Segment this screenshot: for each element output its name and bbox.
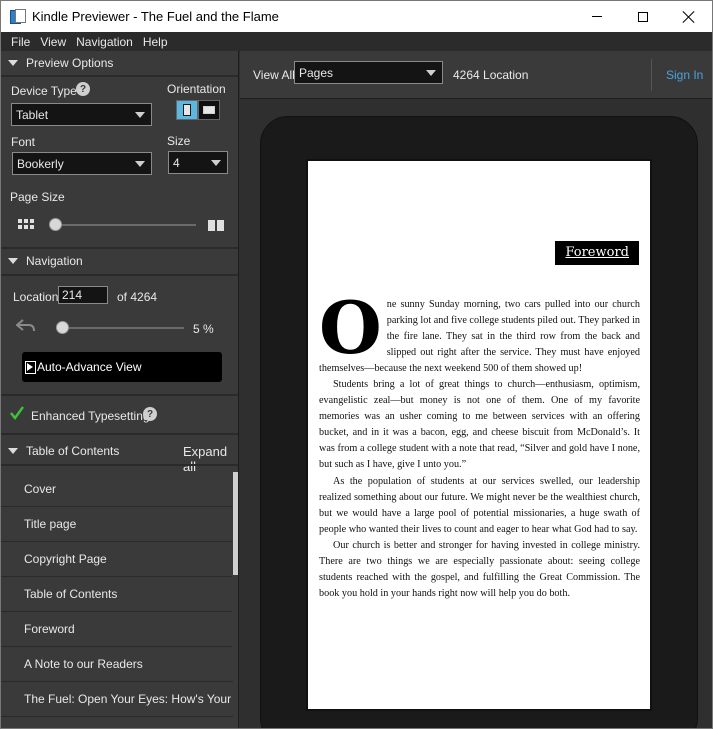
orientation-label: Orientation: [167, 82, 226, 96]
paragraph-1: One sunny Sunday morning, two cars pulle…: [319, 285, 640, 377]
toc-item-note-to-readers[interactable]: A Note to our Readers: [1, 647, 233, 682]
typesetting-help-icon[interactable]: ?: [143, 407, 157, 421]
page-size-slider-track[interactable]: [51, 224, 196, 226]
size-dropdown[interactable]: 4: [168, 151, 228, 174]
font-dropdown[interactable]: Bookerly: [12, 152, 152, 175]
page-size-label: Page Size: [10, 190, 65, 204]
device-type-dropdown[interactable]: Tablet: [11, 103, 152, 126]
two-page-icon[interactable]: [208, 220, 225, 231]
menu-file[interactable]: File: [1, 35, 36, 49]
menu-navigation[interactable]: Navigation: [72, 35, 139, 49]
collapse-triangle-icon: [8, 448, 18, 454]
navigation-header[interactable]: Navigation: [1, 249, 238, 273]
font-value: Bookerly: [17, 156, 64, 171]
expand-all-link[interactable]: Expand all: [183, 444, 238, 474]
page-size-slider-thumb[interactable]: [49, 218, 62, 231]
title-bar: Kindle Previewer - The Fuel and the Flam…: [1, 1, 712, 32]
toc-scrollbar-thumb[interactable]: [233, 472, 238, 575]
book-body-text: One sunny Sunday morning, two cars pulle…: [319, 285, 640, 602]
collapse-triangle-icon: [8, 60, 18, 66]
navigation-title: Navigation: [26, 254, 83, 268]
divider: [1, 433, 238, 435]
view-all-label: View All: [253, 68, 295, 82]
toc-item-title-page[interactable]: Title page: [1, 507, 233, 542]
chevron-down-icon: [135, 161, 145, 167]
app-window: Kindle Previewer - The Fuel and the Flam…: [0, 0, 713, 729]
location-display: 4264 Location: [453, 68, 529, 82]
toc-item-foreword[interactable]: Foreword: [1, 612, 233, 647]
device-type-label: Device Type: [11, 84, 77, 98]
window-title: Kindle Previewer - The Fuel and the Flam…: [32, 9, 279, 24]
toc-item-table-of-contents[interactable]: Table of Contents: [1, 577, 233, 612]
navigation-slider-thumb[interactable]: [56, 321, 70, 334]
paragraph-3: As the population of students at our ser…: [319, 475, 640, 535]
auto-advance-label: Auto-Advance View: [37, 360, 142, 374]
check-icon: [10, 406, 24, 420]
size-label: Size: [167, 134, 191, 148]
location-input-value: 214: [62, 288, 83, 302]
size-value: 4: [173, 155, 180, 170]
menu-bar: File View Navigation Help: [1, 32, 712, 51]
paragraph-4: Our church is better and stronger for ha…: [319, 539, 640, 599]
close-icon: [683, 11, 695, 23]
viewer-toolbar: View All Pages 4264 Location Sign In: [240, 51, 712, 99]
divider: [1, 75, 238, 77]
divider: [1, 274, 238, 276]
preview-area: View All Pages 4264 Location Sign In For…: [240, 51, 712, 728]
divider: [1, 394, 238, 396]
font-label: Font: [11, 135, 36, 149]
toc-list: Cover Title page Copyright Page Table of…: [1, 472, 233, 717]
menu-help[interactable]: Help: [139, 35, 174, 49]
maximize-button[interactable]: [620, 1, 666, 32]
landscape-orientation-button[interactable]: [198, 100, 220, 120]
toc-scrollbar[interactable]: [232, 472, 238, 680]
minimize-icon: [592, 16, 602, 17]
toolbar-separator: [651, 59, 652, 91]
book-page[interactable]: Foreword One sunny Sunday morning, two c…: [306, 159, 652, 711]
kindle-previewer-app-icon: [10, 8, 26, 25]
toc-item-copyright-page[interactable]: Copyright Page: [1, 542, 233, 577]
minimize-button[interactable]: [574, 1, 620, 32]
toc-item-cover[interactable]: Cover: [1, 472, 233, 507]
enhanced-typesetting-label: Enhanced Typesetting: [31, 409, 150, 423]
chapter-title-box: Foreword: [555, 241, 639, 265]
divider: [1, 464, 238, 466]
left-panel: Preview Options Device Type ? Orientatio…: [1, 51, 239, 728]
landscape-device-icon: [203, 106, 215, 114]
close-button[interactable]: [666, 1, 712, 32]
navigation-slider-track[interactable]: [56, 327, 184, 329]
back-arrow-icon[interactable]: [16, 318, 36, 334]
progress-percent: 5 %: [193, 322, 214, 336]
maximize-icon: [638, 11, 648, 22]
portrait-orientation-button[interactable]: [176, 100, 198, 120]
preview-options-title: Preview Options: [26, 56, 114, 70]
portrait-device-icon: [183, 104, 191, 116]
window-controls: [574, 1, 712, 32]
chevron-down-icon: [135, 112, 145, 118]
chevron-down-icon: [426, 70, 436, 76]
table-of-contents-title: Table of Contents: [26, 444, 120, 458]
collapse-triangle-icon: [8, 258, 18, 264]
location-label: Location: [13, 290, 59, 304]
device-type-value: Tablet: [16, 107, 49, 122]
chapter-title: Foreword: [565, 245, 629, 260]
play-icon: [25, 360, 36, 374]
drop-cap: O: [319, 285, 382, 370]
toc-item-the-fuel[interactable]: The Fuel: Open Your Eyes: How's Your V..…: [1, 682, 233, 717]
device-type-help-icon[interactable]: ?: [76, 82, 90, 96]
preview-options-header[interactable]: Preview Options: [1, 51, 238, 75]
view-mode-value: Pages: [299, 65, 334, 80]
sign-in-link[interactable]: Sign In: [666, 68, 703, 82]
location-total: of 4264: [117, 290, 158, 304]
chevron-down-icon: [211, 160, 221, 166]
location-input[interactable]: 214: [58, 286, 108, 304]
menu-view[interactable]: View: [36, 35, 72, 49]
auto-advance-view-button[interactable]: Auto-Advance View: [22, 352, 222, 382]
page-grid-icon[interactable]: [18, 219, 35, 231]
view-mode-dropdown[interactable]: Pages: [294, 61, 443, 84]
paragraph-2: Students bring a lot of great things to …: [319, 379, 640, 471]
